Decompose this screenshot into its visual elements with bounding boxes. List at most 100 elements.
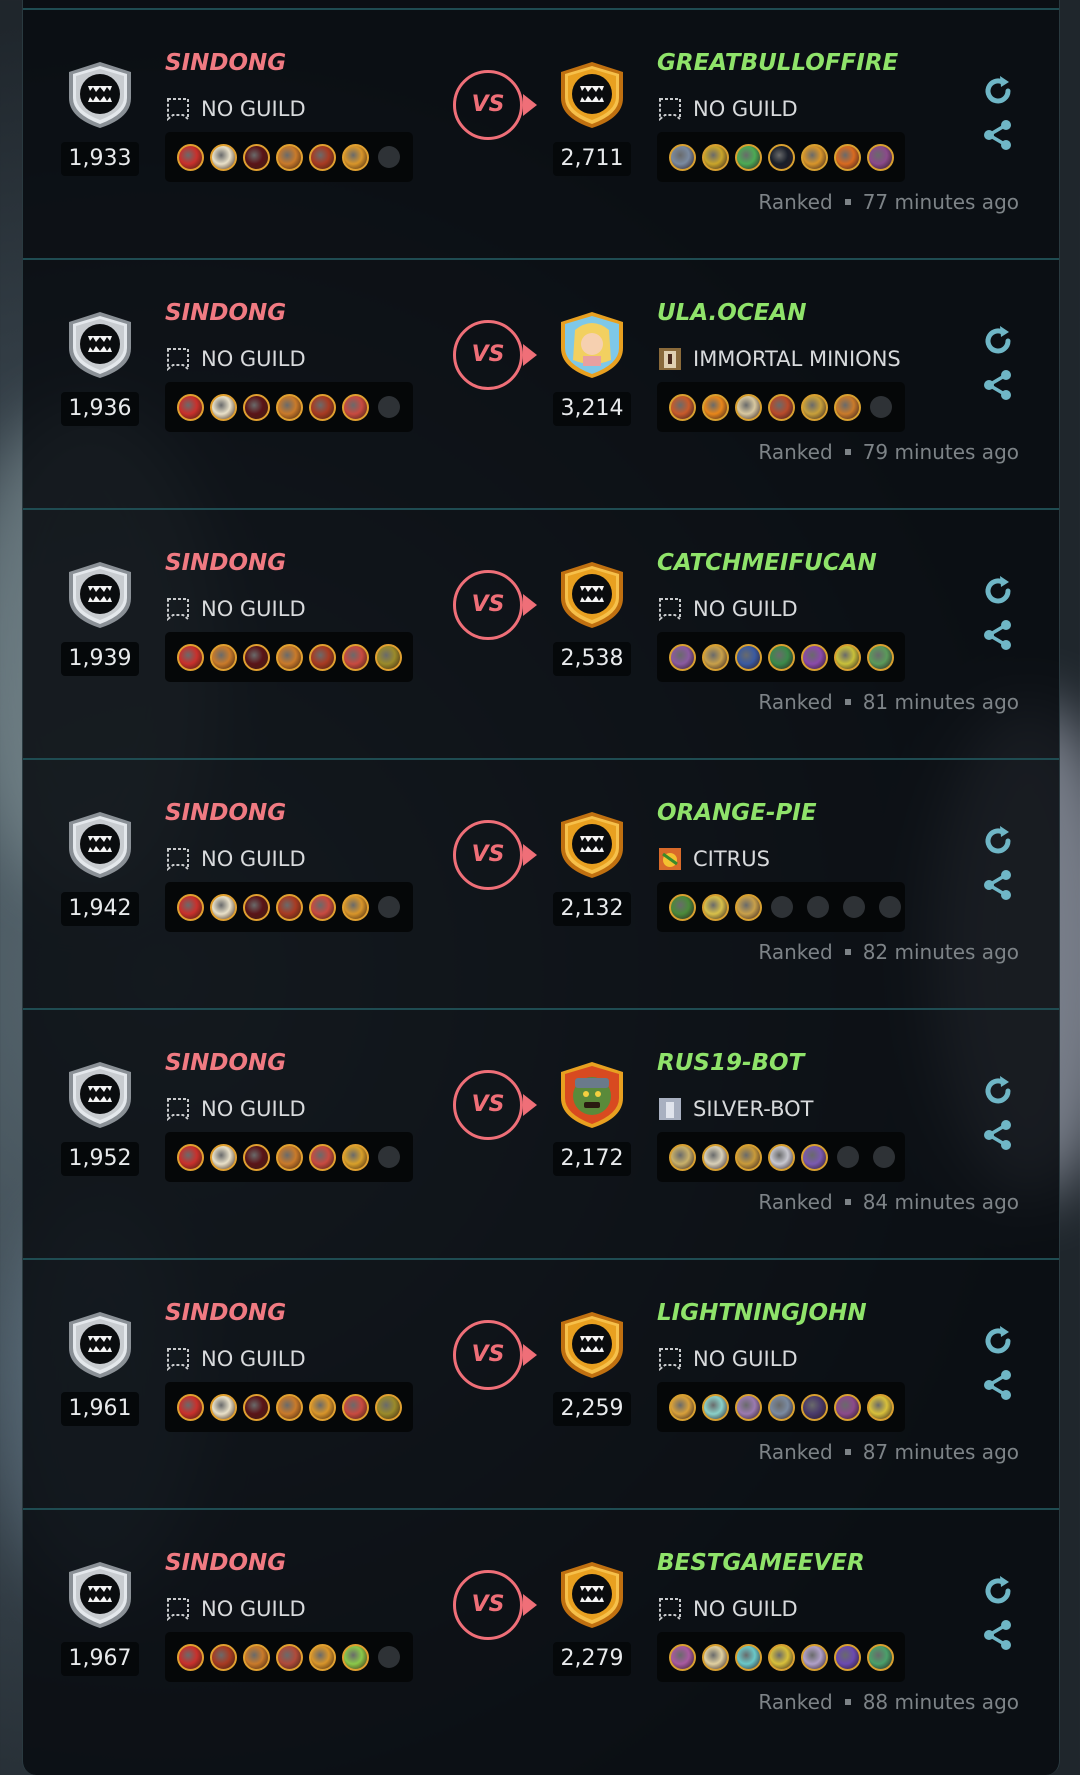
monster-card-icon[interactable]	[276, 643, 303, 671]
monster-card-icon[interactable]	[342, 143, 369, 171]
player-name[interactable]: SINDONG	[165, 1050, 286, 1076]
monster-card-icon[interactable]	[669, 393, 696, 421]
monster-card-icon[interactable]	[210, 893, 237, 921]
monster-card-icon[interactable]	[342, 1393, 369, 1421]
monster-card-icon[interactable]	[309, 393, 336, 421]
share-icon[interactable]	[981, 618, 1015, 652]
monster-card-icon[interactable]	[768, 1643, 795, 1671]
monster-card-icon[interactable]	[309, 643, 336, 671]
monster-card-icon[interactable]	[210, 143, 237, 171]
monster-card-icon[interactable]	[210, 643, 237, 671]
monster-card-icon[interactable]	[867, 1643, 894, 1671]
monster-card-icon[interactable]	[375, 643, 402, 671]
monster-card-icon[interactable]	[243, 893, 270, 921]
monster-card-icon[interactable]	[834, 393, 861, 421]
monster-card-icon[interactable]	[735, 393, 762, 421]
opponent-guild-name[interactable]: SILVER-BOT	[693, 1094, 814, 1124]
monster-card-icon[interactable]	[669, 643, 696, 671]
monster-card-icon[interactable]	[735, 893, 762, 921]
player-name[interactable]: SINDONG	[165, 50, 286, 76]
player-name[interactable]: SINDONG	[165, 800, 286, 826]
monster-card-icon[interactable]	[276, 393, 303, 421]
monster-card-icon[interactable]	[834, 1393, 861, 1421]
monster-card-icon[interactable]	[768, 393, 795, 421]
monster-card-icon[interactable]	[342, 643, 369, 671]
monster-card-icon[interactable]	[702, 1393, 729, 1421]
opponent-name[interactable]: ULA.OCEAN	[657, 300, 807, 326]
opponent-guild-name[interactable]: CITRUS	[693, 844, 770, 874]
share-icon[interactable]	[981, 368, 1015, 402]
monster-card-icon[interactable]	[702, 643, 729, 671]
monster-card-icon[interactable]	[801, 393, 828, 421]
monster-card-icon[interactable]	[768, 643, 795, 671]
monster-card-icon[interactable]	[309, 893, 336, 921]
monster-card-icon[interactable]	[702, 893, 729, 921]
monster-card-icon[interactable]	[801, 643, 828, 671]
rematch-refresh-icon[interactable]	[981, 574, 1015, 608]
player-name[interactable]: SINDONG	[165, 550, 286, 576]
monster-card-icon[interactable]	[801, 1393, 828, 1421]
rematch-refresh-icon[interactable]	[981, 1074, 1015, 1108]
monster-card-icon[interactable]	[177, 1643, 204, 1671]
monster-card-icon[interactable]	[702, 1143, 729, 1171]
monster-card-icon[interactable]	[735, 143, 762, 171]
monster-card-icon[interactable]	[243, 1393, 270, 1421]
monster-card-icon[interactable]	[309, 143, 336, 171]
monster-card-icon[interactable]	[243, 1643, 270, 1671]
player-name[interactable]: SINDONG	[165, 1550, 286, 1576]
monster-card-icon[interactable]	[342, 1643, 369, 1671]
monster-card-icon[interactable]	[177, 143, 204, 171]
rematch-refresh-icon[interactable]	[981, 824, 1015, 858]
monster-card-icon[interactable]	[276, 1143, 303, 1171]
monster-card-icon[interactable]	[801, 1643, 828, 1671]
monster-card-icon[interactable]	[735, 643, 762, 671]
opponent-guild-name[interactable]: IMMORTAL MINIONS	[693, 344, 901, 374]
opponent-name[interactable]: LIGHTNINGJOHN	[657, 1300, 867, 1326]
monster-card-icon[interactable]	[768, 1393, 795, 1421]
monster-card-icon[interactable]	[669, 143, 696, 171]
monster-card-icon[interactable]	[177, 1143, 204, 1171]
monster-card-icon[interactable]	[309, 1393, 336, 1421]
monster-card-icon[interactable]	[702, 393, 729, 421]
player-name[interactable]: SINDONG	[165, 1300, 286, 1326]
monster-card-icon[interactable]	[210, 1393, 237, 1421]
monster-card-icon[interactable]	[768, 143, 795, 171]
monster-card-icon[interactable]	[243, 1143, 270, 1171]
rematch-refresh-icon[interactable]	[981, 1574, 1015, 1608]
share-icon[interactable]	[981, 118, 1015, 152]
monster-card-icon[interactable]	[177, 393, 204, 421]
monster-card-icon[interactable]	[867, 1393, 894, 1421]
player-name[interactable]: SINDONG	[165, 300, 286, 326]
opponent-name[interactable]: ORANGE-PIE	[657, 800, 817, 826]
monster-card-icon[interactable]	[243, 393, 270, 421]
monster-card-icon[interactable]	[834, 1643, 861, 1671]
monster-card-icon[interactable]	[867, 643, 894, 671]
monster-card-icon[interactable]	[309, 1143, 336, 1171]
monster-card-icon[interactable]	[210, 1143, 237, 1171]
monster-card-icon[interactable]	[702, 143, 729, 171]
monster-card-icon[interactable]	[801, 1143, 828, 1171]
opponent-name[interactable]: BESTGAMEEVER	[657, 1550, 865, 1576]
share-icon[interactable]	[981, 1118, 1015, 1152]
opponent-name[interactable]: CATCHMEIFUCAN	[657, 550, 877, 576]
monster-card-icon[interactable]	[702, 1643, 729, 1671]
monster-card-icon[interactable]	[210, 393, 237, 421]
monster-card-icon[interactable]	[243, 643, 270, 671]
monster-card-icon[interactable]	[834, 643, 861, 671]
share-icon[interactable]	[981, 1368, 1015, 1402]
rematch-refresh-icon[interactable]	[981, 1324, 1015, 1358]
monster-card-icon[interactable]	[669, 1393, 696, 1421]
rematch-refresh-icon[interactable]	[981, 324, 1015, 358]
monster-card-icon[interactable]	[669, 1143, 696, 1171]
rematch-refresh-icon[interactable]	[981, 74, 1015, 108]
monster-card-icon[interactable]	[177, 893, 204, 921]
monster-card-icon[interactable]	[276, 1393, 303, 1421]
monster-card-icon[interactable]	[834, 143, 861, 171]
monster-card-icon[interactable]	[177, 1393, 204, 1421]
monster-card-icon[interactable]	[276, 1643, 303, 1671]
monster-card-icon[interactable]	[342, 893, 369, 921]
monster-card-icon[interactable]	[735, 1143, 762, 1171]
monster-card-icon[interactable]	[276, 893, 303, 921]
monster-card-icon[interactable]	[669, 893, 696, 921]
opponent-name[interactable]: GREATBULLOFFIRE	[657, 50, 898, 76]
